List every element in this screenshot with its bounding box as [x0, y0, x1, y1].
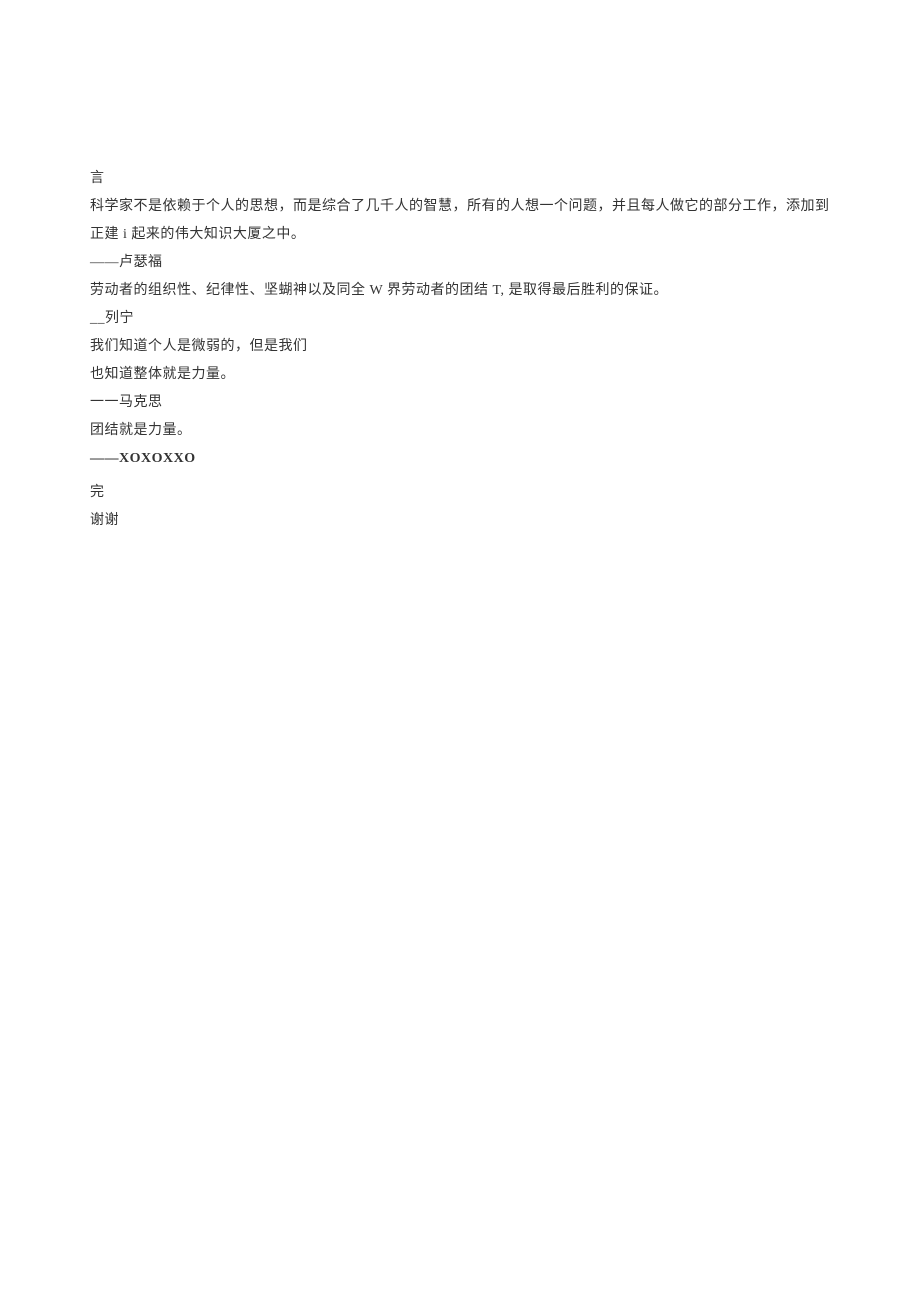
text-attribution-lenin: __列宁	[90, 305, 830, 333]
text-quote-rutherford: 科学家不是依赖于个人的思想，而是综合了几千人的智慧，所有的人想一个问题，并且每人…	[90, 193, 830, 249]
text-quote-unity: 团结就是力量。	[90, 417, 830, 445]
text-quote-marx-2: 也知道整体就是力量。	[90, 361, 830, 389]
text-thanks: 谢谢	[90, 507, 830, 535]
text-quote-marx-1: 我们知道个人是微弱的，但是我们	[90, 333, 830, 361]
text-end: 完	[90, 479, 830, 507]
text-line-1: 言	[90, 165, 830, 193]
text-quote-lenin: 劳动者的组织性、纪律性、坚蝴神以及同全 W 界劳动者的团结 T, 是取得最后胜利…	[90, 277, 830, 305]
text-attribution-marx: 一一马克思	[90, 389, 830, 417]
text-attribution-xoxoxxo: ——XOXOXXO	[90, 445, 830, 473]
text-attribution-rutherford: ——卢瑟福	[90, 249, 830, 277]
